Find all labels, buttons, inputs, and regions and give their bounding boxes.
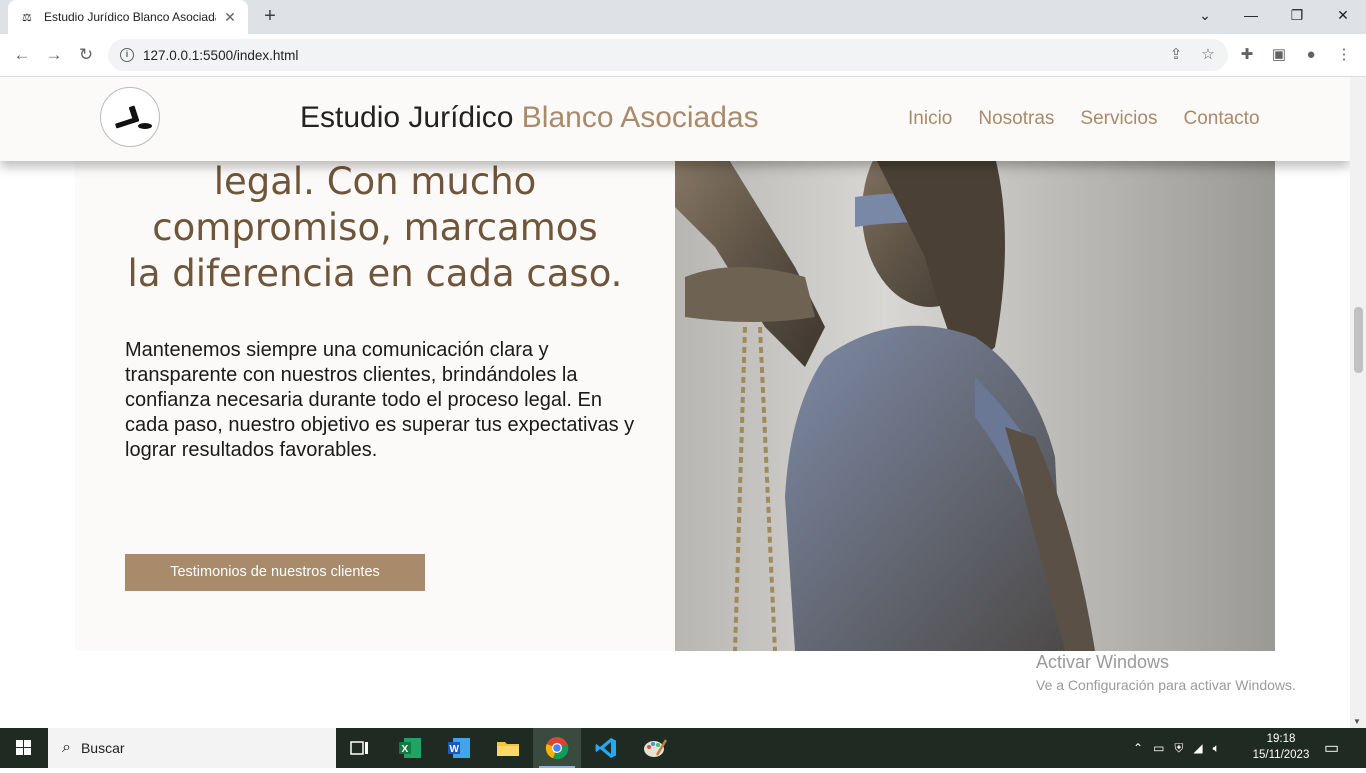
- side-panel-icon[interactable]: ▣: [1268, 44, 1290, 66]
- network-icon[interactable]: ◢: [1193, 741, 1202, 755]
- site-brand[interactable]: Estudio Jurídico Blanco Asociadas: [300, 101, 759, 135]
- taskbar-search-placeholder: Buscar: [80, 740, 125, 756]
- extensions-icon[interactable]: ✚: [1236, 44, 1258, 66]
- svg-text:W: W: [450, 744, 460, 755]
- paint-icon[interactable]: [631, 728, 679, 768]
- minimize-icon[interactable]: —: [1228, 0, 1274, 34]
- scroll-down-arrow-icon[interactable]: ▼: [1353, 717, 1361, 726]
- vscode-icon[interactable]: [582, 728, 630, 768]
- browser-tab-bar: ⚖ Estudio Jurídico Blanco Asociada ✕ + ⌄…: [0, 0, 1366, 34]
- battery-icon[interactable]: ▭: [1153, 741, 1164, 755]
- forward-icon[interactable]: →: [42, 43, 66, 67]
- lady-justice-statue-icon: [675, 117, 1095, 651]
- taskbar-clock[interactable]: 19:18 15/11/2023: [1248, 731, 1314, 763]
- file-explorer-icon[interactable]: [484, 728, 532, 768]
- windows-activation-watermark: Activar Windows Ve a Configuración para …: [1036, 652, 1296, 693]
- main-nav: Inicio Nosotras Servicios Contacto: [908, 108, 1260, 130]
- start-button[interactable]: [0, 728, 48, 768]
- web-page: Estudio Jurídico Blanco Asociadas Inicio…: [0, 77, 1350, 728]
- hero-heading-line: legal. Con mucho: [213, 160, 537, 203]
- bookmark-star-icon[interactable]: ☆: [1197, 44, 1219, 66]
- hero-heading: legal. Con mucho compromiso, marcamos la…: [75, 159, 675, 297]
- brand-main-text: Estudio Jurídico: [300, 101, 522, 134]
- volume-icon[interactable]: 🔈︎: [1213, 741, 1220, 756]
- profile-avatar-icon[interactable]: ●: [1300, 44, 1322, 66]
- site-info-icon[interactable]: i: [120, 48, 134, 62]
- close-tab-icon[interactable]: ✕: [222, 9, 238, 26]
- chrome-icon[interactable]: [533, 728, 581, 768]
- excel-icon[interactable]: X: [386, 728, 434, 768]
- restore-icon[interactable]: ❐: [1274, 0, 1320, 34]
- word-icon[interactable]: W: [435, 728, 483, 768]
- watermark-subtitle: Ve a Configuración para activar Windows.: [1036, 677, 1296, 693]
- share-icon[interactable]: ⇪: [1165, 44, 1187, 66]
- reload-icon[interactable]: ↻: [74, 43, 98, 67]
- testimonials-button[interactable]: Testimonios de nuestros clientes: [125, 554, 425, 591]
- clock-date: 15/11/2023: [1252, 749, 1310, 761]
- nav-nosotras[interactable]: Nosotras: [978, 108, 1054, 130]
- site-logo[interactable]: [100, 87, 160, 147]
- hero-heading-line: la diferencia en cada caso.: [127, 252, 623, 295]
- gavel-favicon-icon: ⚖: [22, 11, 32, 24]
- windows-logo-icon: [16, 740, 31, 755]
- show-hidden-icons-icon[interactable]: ⌃: [1133, 741, 1143, 755]
- taskbar-search-box[interactable]: ⌕ Buscar: [48, 728, 336, 768]
- system-tray: ⌃ ▭ ⛨ ◢ 🔈︎: [1133, 728, 1220, 768]
- hero-text-panel: legal. Con mucho compromiso, marcamos la…: [75, 77, 675, 651]
- new-tab-button[interactable]: +: [258, 4, 282, 28]
- address-bar[interactable]: i 127.0.0.1:5500/index.html: [108, 39, 1228, 71]
- back-icon[interactable]: ←: [10, 43, 34, 67]
- svg-text:X: X: [402, 744, 409, 755]
- site-header: Estudio Jurídico Blanco Asociadas Inicio…: [0, 77, 1350, 161]
- windows-taskbar: ⌕ Buscar X W ⌃ ▭ ⛨ ◢ 🔈︎ 19:18 15/11/2023…: [0, 728, 1366, 768]
- nav-servicios[interactable]: Servicios: [1080, 108, 1157, 130]
- nav-inicio[interactable]: Inicio: [908, 108, 952, 130]
- notifications-icon[interactable]: ▭: [1324, 728, 1339, 768]
- url-text: 127.0.0.1:5500/index.html: [143, 47, 299, 63]
- task-view-icon[interactable]: [336, 728, 384, 768]
- scrollbar-thumb[interactable]: [1354, 307, 1363, 373]
- tab-search-chevron-icon[interactable]: ⌄: [1182, 0, 1228, 34]
- tab-title: Estudio Jurídico Blanco Asociada: [44, 10, 216, 24]
- clock-time: 19:18: [1266, 733, 1296, 745]
- hero-heading-line: compromiso, marcamos: [152, 206, 598, 249]
- lady-justice-image: [675, 77, 1275, 651]
- page-scrollbar[interactable]: ▼: [1350, 77, 1366, 728]
- search-icon: ⌕: [62, 739, 71, 756]
- nav-contacto[interactable]: Contacto: [1183, 108, 1259, 130]
- watermark-title: Activar Windows: [1036, 652, 1170, 672]
- security-shield-icon[interactable]: ⛨: [1174, 741, 1183, 756]
- browser-tab[interactable]: ⚖ Estudio Jurídico Blanco Asociada ✕: [8, 0, 248, 34]
- brand-accent-text: Blanco Asociadas: [521, 101, 759, 134]
- gavel-logo-icon: [115, 105, 152, 129]
- hero-paragraph: Mantenemos siempre una comunicación clar…: [125, 339, 635, 461]
- close-window-icon[interactable]: ✕: [1320, 0, 1366, 34]
- menu-kebab-icon[interactable]: ⋮: [1333, 44, 1355, 66]
- browser-toolbar: ← → ↻ i 127.0.0.1:5500/index.html ⇪ ☆ ✚ …: [0, 34, 1366, 77]
